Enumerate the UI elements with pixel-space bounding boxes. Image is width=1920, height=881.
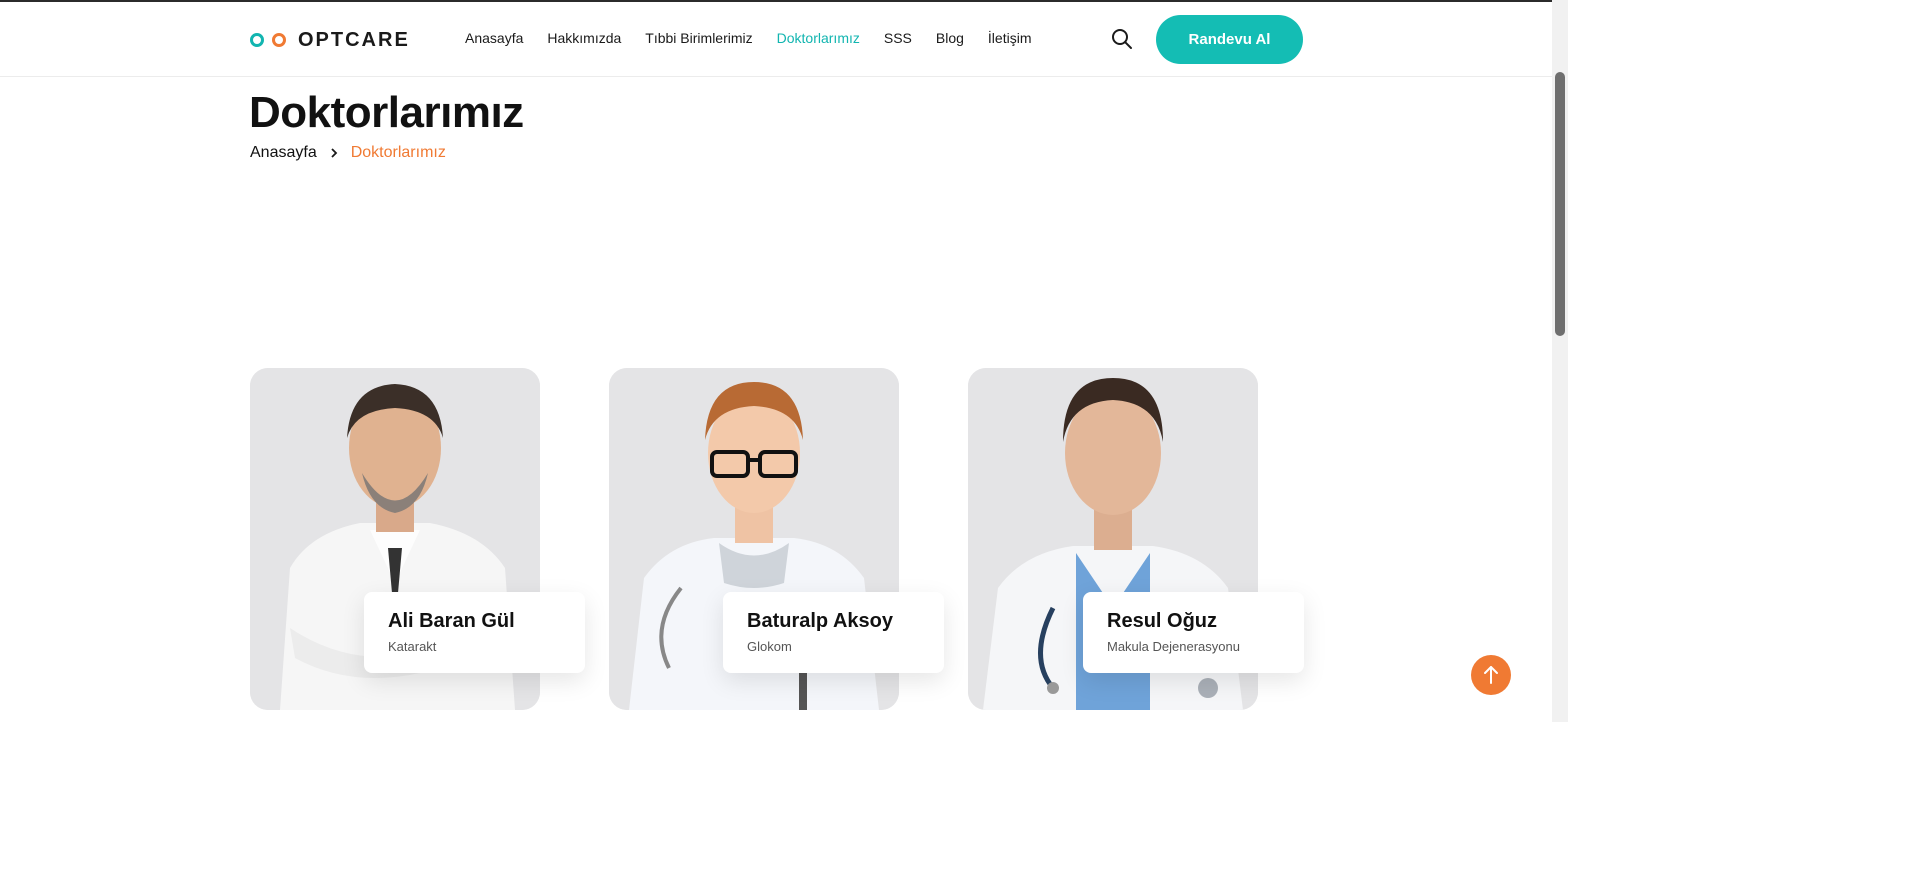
nav-item-tibbi-birimlerimiz[interactable]: Tıbbi Birimlerimiz xyxy=(645,30,752,46)
logo-text: OPTCARE xyxy=(298,29,410,51)
breadcrumb-current: Doktorlarımız xyxy=(350,144,446,161)
page-title: Doktorlarımız xyxy=(249,88,524,137)
logo[interactable]: OPTCARE xyxy=(250,29,410,52)
main-nav: Anasayfa Hakkımızda Tıbbi Birimlerimiz D… xyxy=(465,30,1031,46)
doctor-specialty: Glokom xyxy=(747,639,792,654)
scrollbar-thumb[interactable] xyxy=(1555,72,1565,336)
doctor-name: Resul Oğuz xyxy=(1107,610,1218,632)
arrow-up-icon xyxy=(1484,666,1498,684)
nav-item-iletisim[interactable]: İletişim xyxy=(988,30,1032,46)
chevron-right-icon xyxy=(331,148,337,158)
appointment-button[interactable]: Randevu Al xyxy=(1156,15,1303,64)
doctor-specialty: Makula Dejenerasyonu xyxy=(1107,639,1240,654)
doctor-info-card[interactable]: Ali Baran Gül Katarakt xyxy=(364,592,585,673)
site-header: OPTCARE Anasayfa Hakkımızda Tıbbi Biriml… xyxy=(0,2,1552,77)
nav-item-blog[interactable]: Blog xyxy=(936,30,964,46)
page-scrollbar[interactable] xyxy=(1552,0,1568,722)
nav-item-doktorlarimiz[interactable]: Doktorlarımız xyxy=(777,30,860,46)
doctor-specialty: Katarakt xyxy=(388,639,437,654)
breadcrumb: Anasayfa Doktorlarımız xyxy=(250,144,446,162)
logo-mark-icon xyxy=(250,31,292,51)
doctor-name: Baturalp Aksoy xyxy=(747,610,893,632)
nav-item-sss[interactable]: SSS xyxy=(884,30,912,46)
doctor-info-card[interactable]: Baturalp Aksoy Glokom xyxy=(723,592,944,673)
doctor-info-card[interactable]: Resul Oğuz Makula Dejenerasyonu xyxy=(1083,592,1304,673)
doctor-name: Ali Baran Gül xyxy=(388,610,515,632)
breadcrumb-home[interactable]: Anasayfa xyxy=(250,144,317,162)
nav-item-hakkimizda[interactable]: Hakkımızda xyxy=(547,30,621,46)
search-icon[interactable] xyxy=(1110,27,1134,51)
scroll-to-top-button[interactable] xyxy=(1471,655,1511,695)
nav-item-anasayfa[interactable]: Anasayfa xyxy=(465,30,523,46)
